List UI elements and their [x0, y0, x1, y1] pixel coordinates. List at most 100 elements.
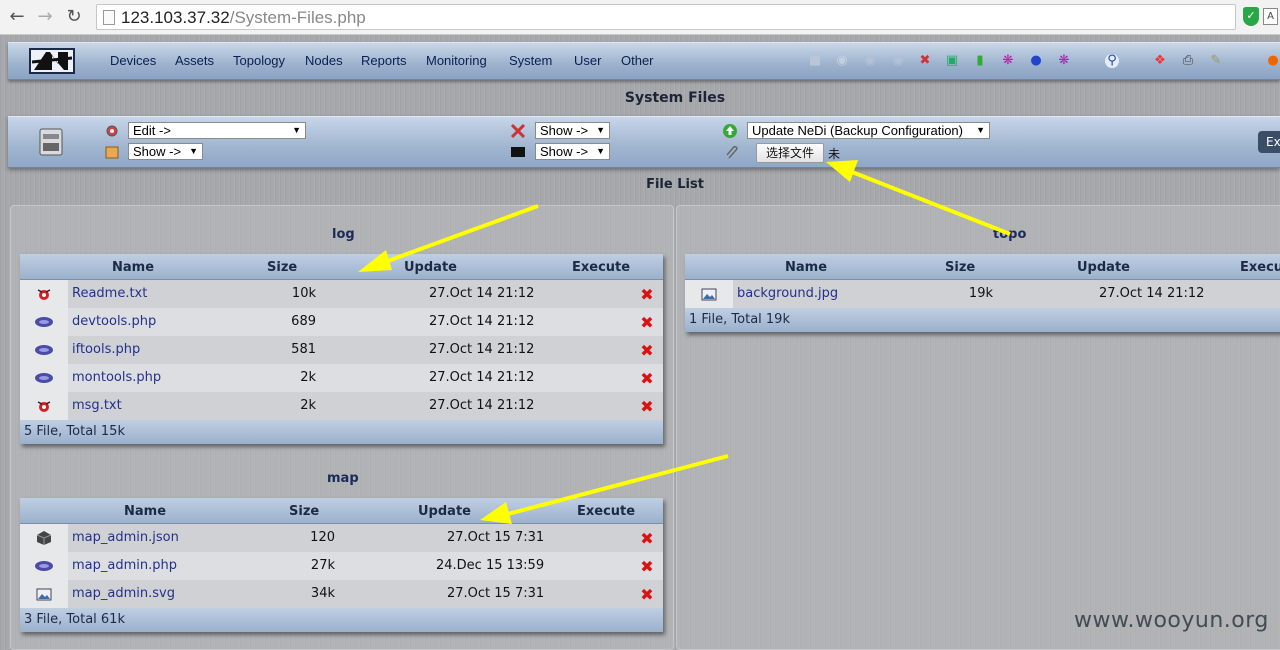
header-update[interactable]: Update: [404, 260, 457, 275]
edit-gear-icon: [106, 125, 118, 137]
forward-icon[interactable]: →: [34, 6, 56, 28]
header-size[interactable]: Size: [267, 260, 297, 275]
notes-icon: [105, 146, 119, 159]
file-name-link[interactable]: montools.php: [72, 370, 161, 385]
menu-nodes[interactable]: Nodes: [305, 53, 343, 68]
delete-icon[interactable]: ✖: [640, 531, 654, 547]
circle-icon[interactable]: ◉: [891, 54, 905, 68]
header-size[interactable]: Size: [945, 260, 975, 275]
delete-icon[interactable]: ✖: [640, 371, 654, 387]
show-select-2[interactable]: Show -> ▼: [535, 122, 610, 139]
update-select[interactable]: Update NeDi (Backup Configuration) ▼: [747, 122, 990, 139]
edit-select[interactable]: Edit -> ▼: [128, 122, 306, 139]
file-size: 689: [291, 314, 316, 329]
header-execute: Execute: [572, 260, 631, 275]
show-select-3[interactable]: Show -> ▼: [535, 143, 610, 160]
circle-icon[interactable]: ◉: [835, 54, 849, 68]
table-row: map_admin.php 27k 24.Dec 15 13:59 ✖: [20, 552, 663, 580]
table-row: msg.txt 2k 27.Oct 14 21:12 ✖: [20, 392, 663, 420]
tools-icon: [510, 123, 526, 139]
topology-icon[interactable]: ❋: [1057, 54, 1071, 68]
file-update: 27.Oct 14 21:12: [429, 370, 535, 385]
php-icon: [35, 317, 53, 327]
file-name-link[interactable]: Readme.txt: [72, 286, 147, 301]
box-icon: [36, 531, 52, 545]
chat-icon[interactable]: ●: [1029, 54, 1043, 68]
topology-icon[interactable]: ❋: [1001, 54, 1015, 68]
choose-file-button[interactable]: 选择文件: [756, 143, 824, 163]
exit-button[interactable]: Ex: [1258, 131, 1280, 153]
menu-other[interactable]: Other: [621, 53, 654, 68]
nedi-logo-icon[interactable]: [28, 46, 76, 76]
delete-icon[interactable]: ✖: [640, 343, 654, 359]
header-name[interactable]: Name: [785, 260, 827, 275]
file-size: 19k: [968, 286, 993, 301]
table-footer: 5 File, Total 15k: [20, 420, 663, 444]
image-icon: [701, 288, 717, 301]
table-row: map_admin.json 120 27.Oct 15 7:31 ✖: [20, 524, 663, 552]
reload-icon[interactable]: ↻: [63, 6, 85, 28]
menu-assets[interactable]: Assets: [175, 53, 214, 68]
file-name-link[interactable]: map_admin.svg: [72, 586, 175, 601]
table-row: map_admin.svg 34k 27.Oct 15 7:31 ✖: [20, 580, 663, 608]
upload-icon: [723, 124, 737, 138]
printer-icon[interactable]: ⎙: [1181, 54, 1195, 68]
translate-icon[interactable]: A: [1263, 8, 1278, 25]
topo-file-table: Name Size Update Execu background.jpg 19…: [685, 254, 1280, 332]
url-text: 123.103.37.32/System-Files.php: [121, 8, 366, 27]
table-row: Readme.txt 10k 27.Oct 14 21:12 ✖: [20, 280, 663, 308]
menu-topology[interactable]: Topology: [233, 53, 285, 68]
file-name-link[interactable]: map_admin.php: [72, 558, 177, 573]
top-navigation: Devices Assets Topology Nodes Reports Mo…: [8, 42, 1280, 80]
header-update[interactable]: Update: [418, 504, 471, 519]
menu-user[interactable]: User: [574, 53, 601, 68]
show-select-1[interactable]: Show -> ▼: [128, 143, 203, 160]
file-name-link[interactable]: iftools.php: [72, 342, 140, 357]
file-update: 27.Oct 14 21:12: [429, 314, 535, 329]
header-update[interactable]: Update: [1077, 260, 1130, 275]
file-name-link[interactable]: map_admin.json: [72, 530, 179, 545]
menu-system[interactable]: System: [509, 53, 552, 68]
file-size: 120: [310, 530, 335, 545]
delete-icon[interactable]: ✖: [640, 587, 654, 603]
file-size: 10k: [291, 286, 316, 301]
search-icon[interactable]: ⚲: [1105, 54, 1119, 68]
menu-monitoring[interactable]: Monitoring: [426, 53, 487, 68]
image-icon: [36, 588, 52, 601]
file-update: 27.Oct 14 21:12: [429, 286, 535, 301]
file-name-link[interactable]: msg.txt: [72, 398, 122, 413]
menu-reports[interactable]: Reports: [361, 53, 407, 68]
header-name[interactable]: Name: [112, 260, 154, 275]
logout-icon[interactable]: ●: [1266, 54, 1280, 68]
delete-icon[interactable]: ✖: [640, 315, 654, 331]
delete-icon[interactable]: ✖: [640, 287, 654, 303]
circle-icon[interactable]: ◉: [863, 54, 877, 68]
address-bar[interactable]: 123.103.37.32/System-Files.php: [96, 4, 1236, 30]
header-name[interactable]: Name: [124, 504, 166, 519]
table-footer: 3 File, Total 61k: [20, 608, 663, 632]
watermark: www.wooyun.org: [1074, 608, 1269, 633]
page-icon: [103, 10, 115, 25]
delete-icon[interactable]: ✖: [640, 559, 654, 575]
page-title: System Files: [624, 90, 726, 106]
bug-icon: [37, 289, 51, 300]
file-name-link[interactable]: background.jpg: [737, 286, 838, 301]
help-icon[interactable]: ❖: [1153, 54, 1167, 68]
no-file-text: 未: [828, 147, 841, 161]
header-execute: Execu: [1240, 260, 1280, 275]
file-list-title: File List: [646, 177, 704, 192]
file-name-link[interactable]: devtools.php: [72, 314, 156, 329]
menu-devices[interactable]: Devices: [110, 53, 156, 68]
table-row: background.jpg 19k 27.Oct 14 21:12: [685, 280, 1280, 308]
delete-icon[interactable]: ✖: [640, 399, 654, 415]
header-size[interactable]: Size: [289, 504, 319, 519]
file-update: 27.Oct 14 21:12: [1099, 286, 1205, 301]
note-icon[interactable]: ✎: [1209, 54, 1223, 68]
square-icon[interactable]: ■: [808, 54, 822, 68]
network-icon[interactable]: ▣: [945, 54, 959, 68]
bug-icon: [37, 401, 51, 412]
back-icon[interactable]: ←: [6, 6, 28, 28]
shield-icon[interactable]: ✓: [1243, 7, 1259, 26]
bar-chart-icon[interactable]: ▮: [973, 54, 987, 68]
tools-icon[interactable]: ✖: [918, 54, 932, 68]
